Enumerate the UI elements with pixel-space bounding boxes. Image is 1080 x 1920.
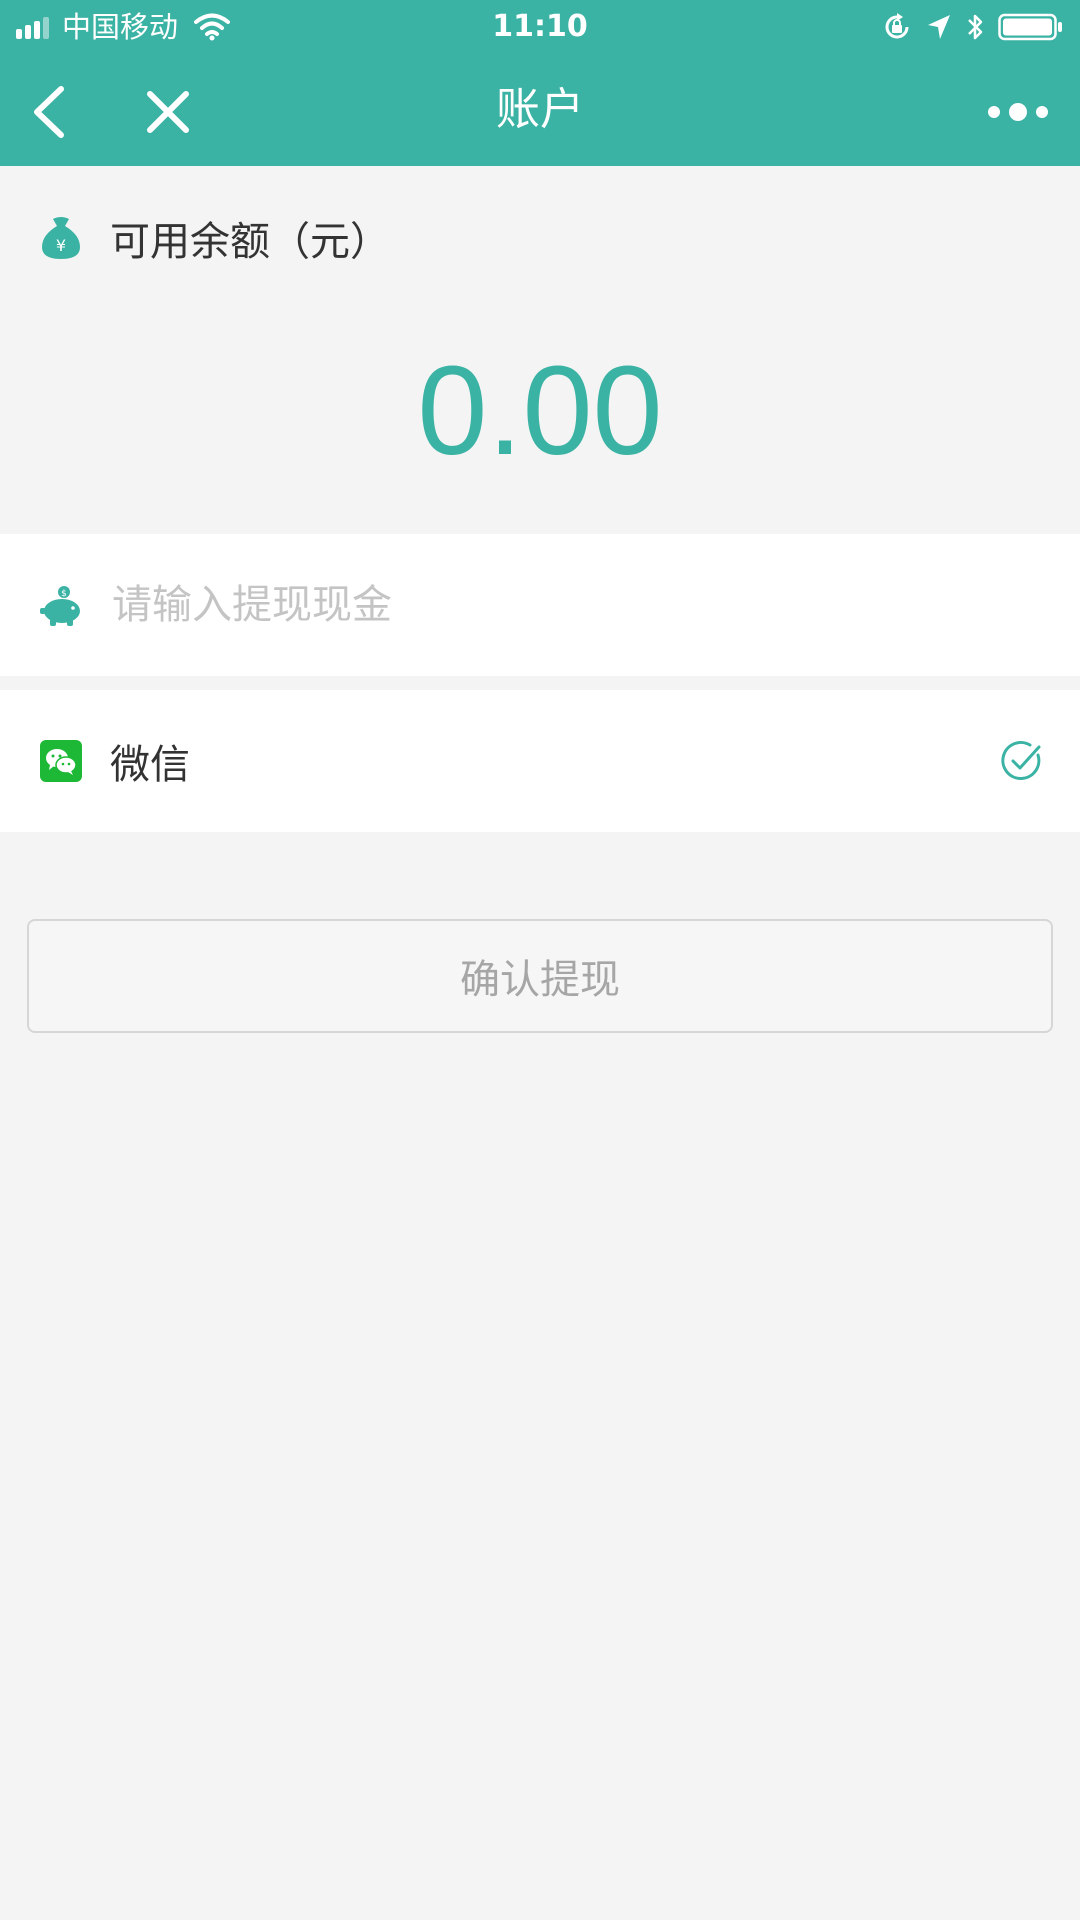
money-bag-icon: ¥ [42, 217, 80, 259]
bluetooth-icon [968, 14, 983, 40]
location-icon [928, 15, 950, 39]
navigation-bar: 账户 [0, 54, 1080, 166]
withdraw-amount-row: $ [0, 534, 1080, 676]
more-menu-button[interactable] [978, 84, 1058, 140]
balance-section: ¥ 可用余额（元） 0.00 [0, 166, 1080, 534]
selected-check-icon [1001, 741, 1041, 780]
page-title: 账户 [496, 84, 584, 135]
available-balance-label: 可用余额（元） [110, 219, 390, 265]
balance-label-row: ¥ 可用余额（元） [40, 210, 390, 266]
withdraw-amount-input[interactable] [110, 555, 1080, 655]
more-dots-icon [988, 103, 1048, 121]
status-bar: 中国移动 11:10 [0, 0, 1080, 54]
piggy-bank-icon: $ [40, 583, 84, 627]
status-right [868, 0, 1064, 54]
wechat-icon [40, 740, 82, 782]
battery-icon [998, 13, 1062, 41]
app-root: 中国移动 11:10 账户 ¥ 可用余额（元） 0.00 $ 请输入提现现金 微… [0, 0, 1080, 1920]
svg-text:¥: ¥ [56, 236, 66, 255]
confirm-withdraw-button[interactable]: 确认提现 [27, 919, 1053, 1033]
payment-method-wechat[interactable]: 微信 [0, 690, 1080, 832]
payment-method-label: 微信 [110, 742, 190, 788]
balance-amount: 0.00 [417, 340, 663, 481]
svg-text:$: $ [61, 589, 67, 599]
orientation-lock-icon [885, 13, 909, 39]
